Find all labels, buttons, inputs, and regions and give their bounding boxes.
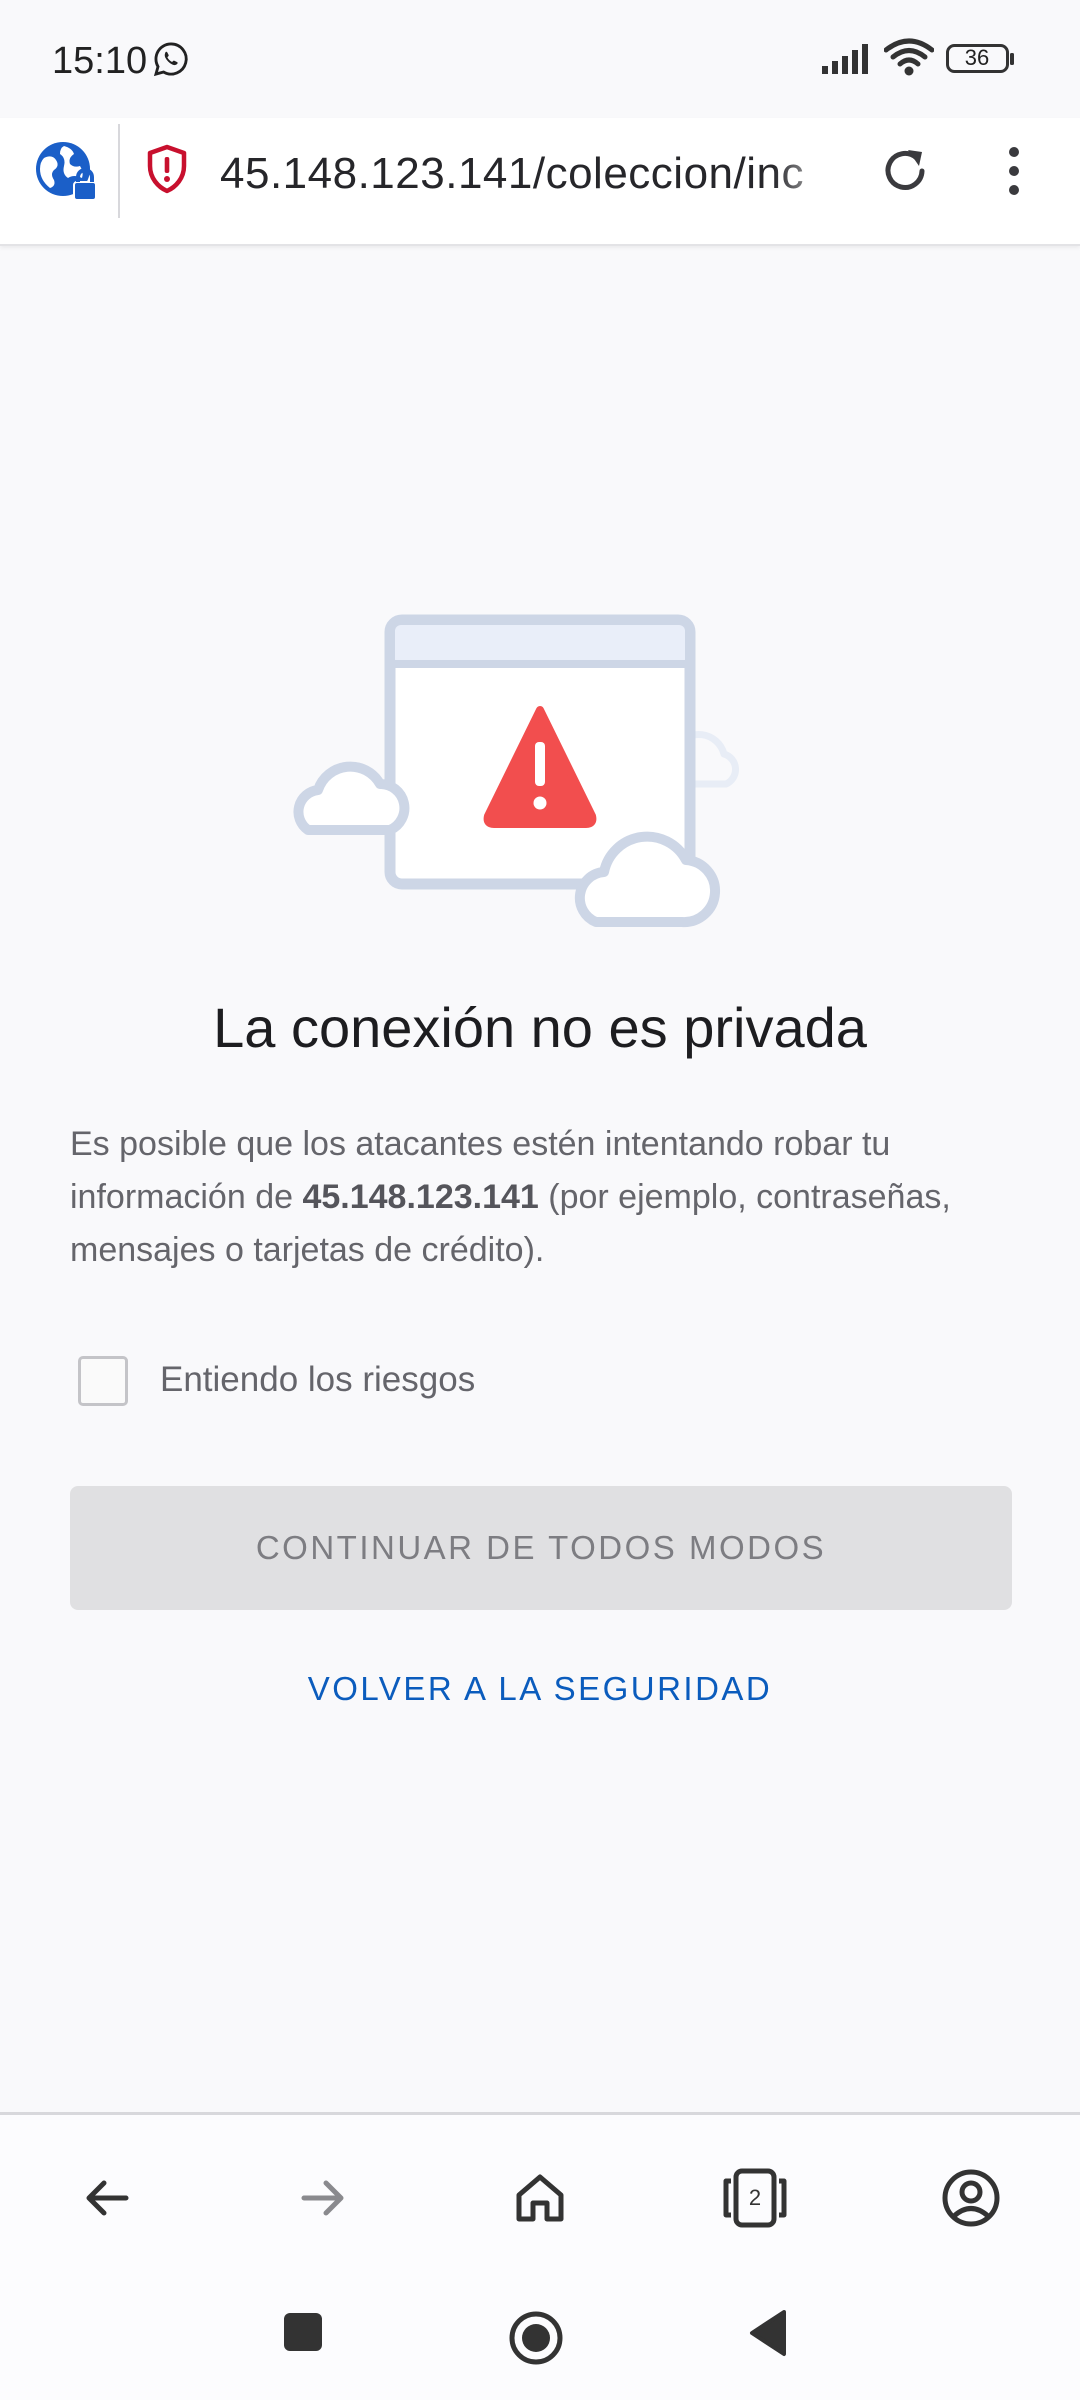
toolbar-divider [118, 124, 120, 218]
system-back-icon[interactable] [746, 2308, 788, 2358]
status-bar: 15:10 36 [0, 0, 1080, 118]
status-time: 15:10 [52, 40, 148, 82]
description-host: 45.148.123.141 [302, 1178, 539, 1216]
connection-warning-illustration [293, 614, 739, 928]
forward-icon[interactable] [290, 2165, 356, 2231]
page-title: La conexión no es privada [213, 996, 867, 1059]
recents-icon[interactable] [282, 2311, 324, 2353]
tabs-icon[interactable]: 2 [722, 2165, 788, 2231]
wifi-icon [884, 38, 934, 76]
continue-anyway-button[interactable]: CONTINUAR DE TODOS MODOS [70, 1486, 1012, 1610]
back-to-safety-button[interactable]: VOLVER A LA SEGURIDAD [0, 1670, 1080, 1708]
url-field[interactable]: 45.148.123.141/coleccion/inc [220, 144, 848, 204]
account-icon[interactable] [938, 2165, 1004, 2231]
risk-checkbox-row[interactable]: Entiendo los riesgos [78, 1352, 678, 1408]
more-vert-icon[interactable] [994, 142, 1034, 200]
site-info-icon[interactable] [34, 138, 100, 204]
home-icon[interactable] [507, 2165, 573, 2231]
back-icon[interactable] [74, 2165, 140, 2231]
error-description: Es posible que los atacantes estén inten… [70, 1118, 1030, 1277]
signal-icon [822, 44, 868, 74]
home-button-icon[interactable] [508, 2310, 564, 2366]
battery-icon: 36 [946, 44, 1016, 79]
browser-toolbar: 45.148.123.141/coleccion/inc [0, 118, 1080, 246]
bottom-navigation-bar: 2 [0, 2112, 1080, 2278]
risk-checkbox-label[interactable]: Entiendo los riesgos [160, 1360, 475, 1400]
reload-icon[interactable] [876, 142, 934, 200]
system-navigation-bar [0, 2278, 1080, 2400]
whatsapp-icon [153, 42, 188, 77]
shield-warning-icon[interactable] [146, 144, 188, 194]
risk-checkbox[interactable] [78, 1356, 128, 1406]
tab-count: 2 [748, 2185, 762, 2210]
battery-level: 36 [964, 45, 990, 70]
